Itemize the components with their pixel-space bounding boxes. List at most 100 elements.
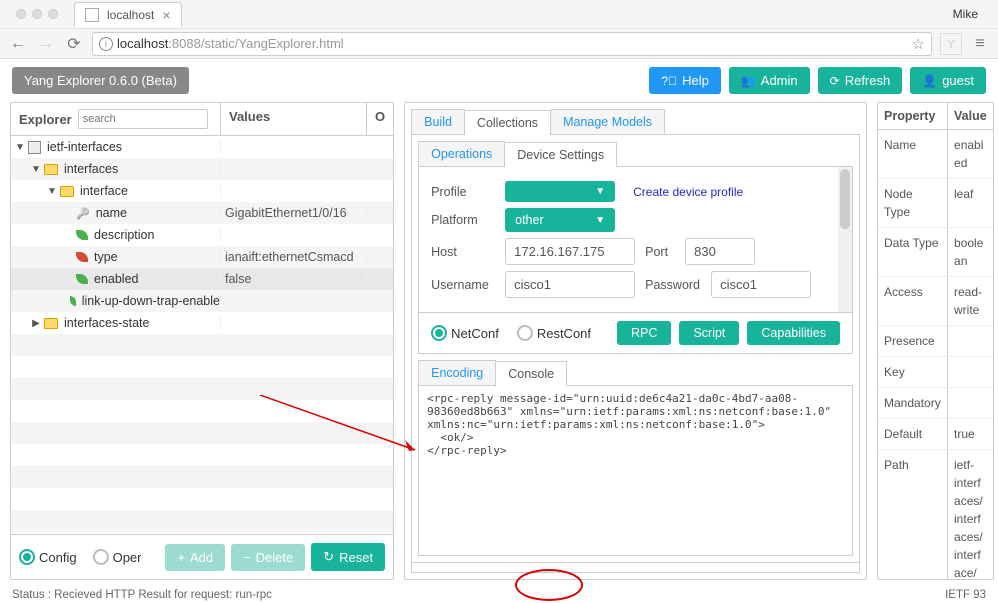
tab-collections[interactable]: Collections — [464, 110, 551, 135]
add-button[interactable]: + Add — [165, 544, 225, 571]
minimize-window-icon[interactable] — [32, 9, 42, 19]
scrollbar[interactable] — [838, 167, 852, 312]
netconf-radio[interactable]: NetConf — [431, 325, 499, 341]
create-profile-link[interactable]: Create device profile — [633, 185, 743, 199]
tree-row-empty — [11, 466, 393, 488]
tab-operations[interactable]: Operations — [418, 141, 505, 166]
tab-encoding[interactable]: Encoding — [418, 360, 496, 385]
help-button[interactable]: ?⃝Help — [649, 67, 720, 94]
search-input[interactable] — [78, 109, 208, 129]
tree-row[interactable]: link-up-down-trap-enable — [11, 290, 393, 312]
tree-row[interactable]: ▼ietf-interfaces — [11, 136, 393, 158]
tab-device-settings[interactable]: Device Settings — [504, 142, 617, 167]
twisty-icon[interactable]: ▼ — [47, 186, 57, 197]
url-path: :8088/static/YangExplorer.html — [168, 36, 343, 51]
close-window-icon[interactable] — [16, 9, 26, 19]
explorer-tree[interactable]: ▼ietf-interfaces▼interfaces▼interfacenam… — [11, 136, 393, 534]
tree-row-empty — [11, 334, 393, 356]
bookmark-icon[interactable]: ☆ — [912, 35, 925, 53]
console-output[interactable]: <rpc-reply message-id="urn:uuid:de6c4a21… — [418, 386, 853, 556]
page-icon — [85, 8, 99, 22]
username-input[interactable] — [505, 271, 635, 298]
browser-user[interactable]: Mike — [953, 7, 990, 21]
tab-manage-models[interactable]: Manage Models — [550, 109, 665, 134]
status-text: Status : Recieved HTTP Result for reques… — [12, 589, 272, 601]
property-row: Defaulttrue — [878, 419, 993, 450]
property-name: Access — [878, 277, 948, 325]
property-rows: NameenabledNode TypeleafData Typeboolean… — [878, 130, 993, 579]
twisty-icon[interactable]: ▼ — [31, 164, 41, 175]
node-value[interactable]: false — [221, 272, 367, 286]
tree-row-empty — [11, 488, 393, 510]
port-input[interactable] — [685, 238, 755, 265]
property-row: Presence — [878, 326, 993, 357]
menu-icon[interactable]: ≡ — [970, 35, 990, 53]
port-label: Port — [645, 245, 675, 259]
tab-build[interactable]: Build — [411, 109, 465, 134]
guest-button[interactable]: 👤guest — [910, 67, 986, 94]
twisty-icon[interactable]: ▶ — [31, 318, 41, 329]
node-name: link-up-down-trap-enable — [82, 294, 220, 308]
tree-row[interactable]: ▶interfaces-state — [11, 312, 393, 334]
delete-button[interactable]: − Delete — [231, 544, 305, 571]
back-icon[interactable]: ← — [8, 35, 28, 53]
reset-button[interactable]: ↻ Reset — [311, 543, 385, 571]
config-radio[interactable]: Config — [19, 549, 77, 565]
module-icon — [28, 141, 41, 154]
tree-row[interactable]: nameGigabitEthernet1/0/16 — [11, 202, 393, 224]
explorer-title: Explorer — [19, 112, 72, 127]
password-label: Password — [645, 278, 701, 292]
close-tab-icon[interactable]: × — [162, 7, 170, 23]
profile-select[interactable]: ▼ — [505, 181, 615, 202]
node-value[interactable]: ianaift:ethernetCsmacd — [221, 250, 367, 264]
leaf-icon — [76, 274, 88, 284]
tree-row-empty — [11, 356, 393, 378]
script-button[interactable]: Script — [679, 321, 739, 345]
tree-row[interactable]: enabledfalse — [11, 268, 393, 290]
restconf-radio[interactable]: RestConf — [517, 325, 591, 341]
leaf-icon — [76, 252, 88, 262]
folder-icon — [44, 318, 58, 329]
capabilities-button[interactable]: Capabilities — [747, 321, 840, 345]
explorer-panel: Explorer Values O ▼ietf-interfaces▼inter… — [10, 102, 394, 580]
device-settings-form: Profile ▼ Create device profile Platform… — [418, 167, 853, 313]
property-row: Accessread-write — [878, 277, 993, 326]
tree-row[interactable]: description — [11, 224, 393, 246]
address-bar[interactable]: i localhost:8088/static/YangExplorer.htm… — [92, 32, 932, 56]
property-value: leaf — [948, 179, 993, 227]
host-input[interactable] — [505, 238, 635, 265]
node-value[interactable]: GigabitEthernet1/0/16 — [221, 206, 367, 220]
twisty-icon[interactable]: ▼ — [15, 142, 25, 153]
reload-icon[interactable]: ⟳ — [64, 34, 84, 54]
status-bar: Status : Recieved HTTP Result for reques… — [0, 587, 998, 603]
op-column-header: O — [367, 103, 393, 135]
chevron-down-icon: ▼ — [595, 186, 605, 197]
property-name: Name — [878, 130, 948, 178]
reset-icon: ↻ — [323, 549, 334, 565]
property-name: Presence — [878, 326, 948, 356]
minus-icon: − — [243, 550, 251, 565]
admin-button[interactable]: 👥Admin — [729, 67, 810, 94]
window-controls — [8, 9, 66, 19]
site-info-icon[interactable]: i — [99, 37, 113, 51]
tree-row[interactable]: ▼interface — [11, 180, 393, 202]
extension-icon[interactable]: Y — [940, 33, 962, 55]
property-row: Nameenabled — [878, 130, 993, 179]
oper-radio[interactable]: Oper — [93, 549, 142, 565]
refresh-button[interactable]: ⟳Refresh — [818, 67, 903, 94]
profile-label: Profile — [431, 185, 495, 199]
browser-tab[interactable]: localhost × — [74, 2, 182, 27]
property-value: enabled — [948, 130, 993, 178]
key-icon — [76, 206, 90, 220]
main-tabs: Build Collections Manage Models — [411, 109, 860, 135]
property-value — [948, 326, 993, 356]
platform-select[interactable]: other▼ — [505, 208, 615, 232]
tree-row[interactable]: ▼interfaces — [11, 158, 393, 180]
tree-row[interactable]: typeianaift:ethernetCsmacd — [11, 246, 393, 268]
maximize-window-icon[interactable] — [48, 9, 58, 19]
help-icon: ?⃝ — [661, 74, 677, 88]
password-input[interactable] — [711, 271, 811, 298]
property-value — [948, 357, 993, 387]
tab-console[interactable]: Console — [495, 361, 567, 386]
rpc-button[interactable]: RPC — [617, 321, 671, 345]
